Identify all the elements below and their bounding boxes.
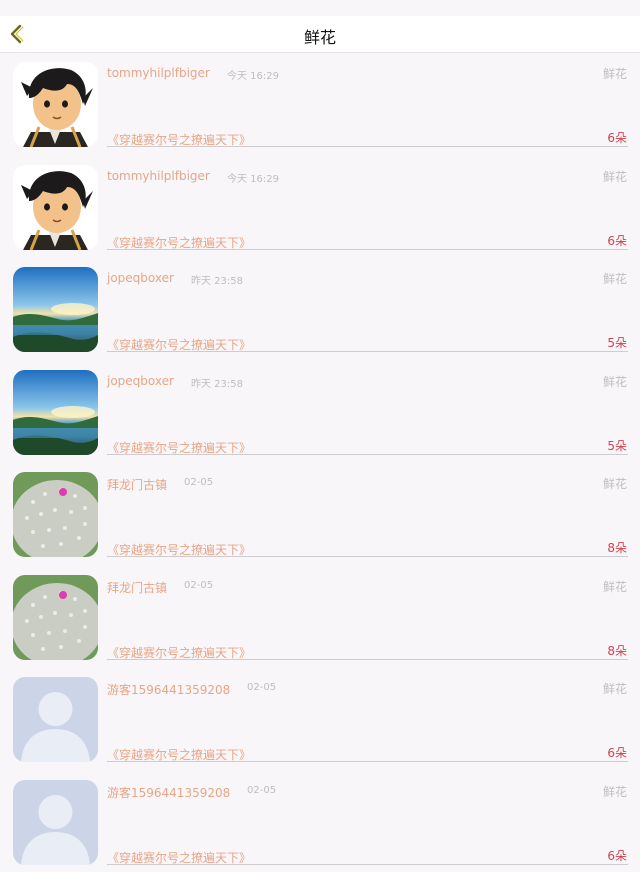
list-item[interactable]: 拜龙门古镇 02-05 鲜花 《穿越赛尔号之撩遍天下》 8朵 bbox=[0, 462, 640, 565]
username[interactable]: 游客1596441359208 bbox=[107, 784, 230, 801]
username[interactable]: tommyhilplfbiger bbox=[107, 66, 210, 80]
gift-type-label: 鲜花 bbox=[603, 475, 627, 492]
username[interactable]: 拜龙门古镇 bbox=[107, 476, 167, 493]
username[interactable]: 游客1596441359208 bbox=[107, 681, 230, 698]
gift-type-label: 鲜花 bbox=[603, 65, 627, 82]
divider bbox=[107, 761, 628, 762]
list-item[interactable]: jopeqboxer 昨天 23:58 鲜花 《穿越赛尔号之撩遍天下》 5朵 bbox=[0, 360, 640, 463]
timestamp: 02-05 bbox=[247, 785, 276, 796]
user-avatar-image bbox=[13, 370, 98, 455]
gift-record-list: tommyhilplfbiger 今天 16:29 鲜花 《穿越赛尔号之撩遍天下… bbox=[0, 52, 640, 872]
user-avatar-image bbox=[13, 62, 98, 147]
avatar[interactable] bbox=[13, 165, 98, 250]
gift-count: 8朵 bbox=[607, 539, 627, 556]
list-item[interactable]: jopeqboxer 昨天 23:58 鲜花 《穿越赛尔号之撩遍天下》 5朵 bbox=[0, 257, 640, 360]
user-avatar-image bbox=[13, 677, 98, 762]
avatar[interactable] bbox=[13, 677, 98, 762]
list-item[interactable]: 拜龙门古镇 02-05 鲜花 《穿越赛尔号之撩遍天下》 8朵 bbox=[0, 565, 640, 668]
gift-count: 6朵 bbox=[607, 847, 627, 864]
divider bbox=[107, 659, 628, 660]
avatar[interactable] bbox=[13, 575, 98, 660]
gift-type-label: 鲜花 bbox=[603, 680, 627, 697]
user-avatar-image bbox=[13, 267, 98, 352]
divider bbox=[107, 454, 628, 455]
divider bbox=[107, 249, 628, 250]
list-item[interactable]: 游客1596441359208 02-05 鲜花 《穿越赛尔号之撩遍天下》 6朵 bbox=[0, 770, 640, 872]
page-title: 鲜花 bbox=[0, 24, 640, 48]
username[interactable]: 拜龙门古镇 bbox=[107, 579, 167, 596]
gift-type-label: 鲜花 bbox=[603, 270, 627, 287]
timestamp: 02-05 bbox=[247, 682, 276, 693]
timestamp: 02-05 bbox=[184, 477, 213, 488]
list-item[interactable]: tommyhilplfbiger 今天 16:29 鲜花 《穿越赛尔号之撩遍天下… bbox=[0, 155, 640, 258]
timestamp: 02-05 bbox=[184, 580, 213, 591]
gift-type-label: 鲜花 bbox=[603, 373, 627, 390]
gift-count: 6朵 bbox=[607, 129, 627, 146]
avatar[interactable] bbox=[13, 472, 98, 557]
nav-bar: 鲜花 bbox=[0, 16, 640, 53]
username[interactable]: tommyhilplfbiger bbox=[107, 169, 210, 183]
list-item[interactable]: 游客1596441359208 02-05 鲜花 《穿越赛尔号之撩遍天下》 6朵 bbox=[0, 667, 640, 770]
avatar[interactable] bbox=[13, 267, 98, 352]
gift-type-label: 鲜花 bbox=[603, 168, 627, 185]
gift-count: 6朵 bbox=[607, 232, 627, 249]
gift-count: 6朵 bbox=[607, 744, 627, 761]
gift-count: 8朵 bbox=[607, 642, 627, 659]
list-item[interactable]: tommyhilplfbiger 今天 16:29 鲜花 《穿越赛尔号之撩遍天下… bbox=[0, 52, 640, 155]
status-bar bbox=[0, 0, 640, 16]
avatar[interactable] bbox=[13, 62, 98, 147]
timestamp: 今天 16:29 bbox=[227, 67, 279, 82]
gift-count: 5朵 bbox=[607, 437, 627, 454]
avatar[interactable] bbox=[13, 370, 98, 455]
divider bbox=[107, 864, 628, 865]
gift-type-label: 鲜花 bbox=[603, 783, 627, 800]
user-avatar-image bbox=[13, 780, 98, 865]
divider bbox=[107, 351, 628, 352]
user-avatar-image bbox=[13, 472, 98, 557]
user-avatar-image bbox=[13, 165, 98, 250]
timestamp: 今天 16:29 bbox=[227, 170, 279, 185]
divider bbox=[107, 146, 628, 147]
divider bbox=[107, 556, 628, 557]
username[interactable]: jopeqboxer bbox=[107, 374, 174, 388]
gift-count: 5朵 bbox=[607, 334, 627, 351]
timestamp: 昨天 23:58 bbox=[191, 375, 243, 390]
avatar[interactable] bbox=[13, 780, 98, 865]
gift-type-label: 鲜花 bbox=[603, 578, 627, 595]
user-avatar-image bbox=[13, 575, 98, 660]
username[interactable]: jopeqboxer bbox=[107, 271, 174, 285]
timestamp: 昨天 23:58 bbox=[191, 272, 243, 287]
